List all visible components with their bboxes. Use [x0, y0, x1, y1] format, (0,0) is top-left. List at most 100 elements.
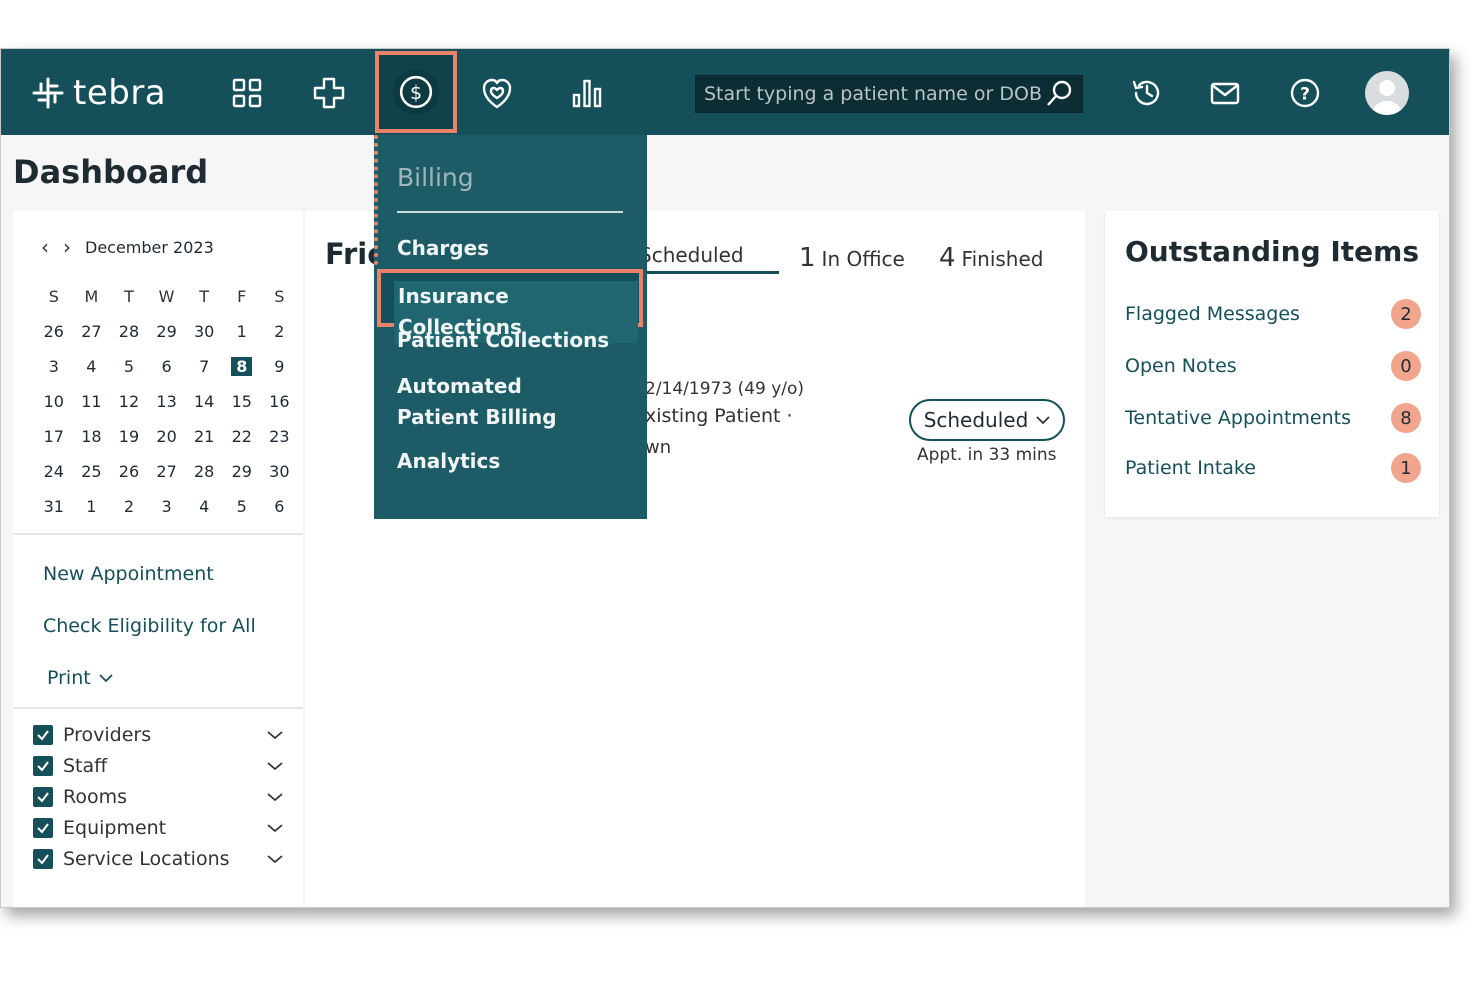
- outstanding-item[interactable]: Open Notes 0: [1125, 349, 1421, 383]
- calendar-day[interactable]: 13: [148, 384, 186, 419]
- chevron-down-icon: [99, 674, 113, 683]
- medical-cross-icon[interactable]: [307, 71, 351, 115]
- calendar-day[interactable]: 29: [148, 314, 186, 349]
- calendar-day[interactable]: 2: [261, 314, 299, 349]
- calendar-day[interactable]: 20: [148, 419, 186, 454]
- calendar-day[interactable]: 6: [148, 349, 186, 384]
- calendar-day[interactable]: 16: [261, 384, 299, 419]
- outstanding-item-label[interactable]: Tentative Appointments: [1125, 407, 1351, 429]
- menu-item-charges[interactable]: Charges: [397, 233, 637, 264]
- menu-item-automated-patient-billing[interactable]: Automated Patient Billing: [397, 371, 597, 433]
- tab-finished[interactable]: 4 Finished: [939, 243, 1043, 273]
- filter-row[interactable]: Equipment: [33, 814, 283, 842]
- user-avatar[interactable]: [1365, 71, 1409, 115]
- outstanding-item-label[interactable]: Patient Intake: [1125, 457, 1256, 479]
- help-icon[interactable]: ?: [1283, 71, 1327, 115]
- filter-row[interactable]: Staff: [33, 752, 283, 780]
- checkbox-checked-icon[interactable]: [33, 725, 53, 745]
- mail-icon[interactable]: [1203, 71, 1247, 115]
- calendar-day[interactable]: 27: [148, 454, 186, 489]
- patient-search-box[interactable]: [695, 75, 1083, 113]
- calendar-day[interactable]: 4: [73, 349, 111, 384]
- filter-row[interactable]: Service Locations: [33, 845, 283, 873]
- calendar-day[interactable]: 1: [73, 489, 111, 524]
- chevron-down-icon[interactable]: [267, 761, 283, 771]
- calendar-day[interactable]: 11: [73, 384, 111, 419]
- calendar-day[interactable]: 21: [185, 419, 223, 454]
- checkbox-checked-icon[interactable]: [33, 849, 53, 869]
- bar-chart-icon[interactable]: [565, 71, 609, 115]
- calendar-day[interactable]: 7: [185, 349, 223, 384]
- checkbox-checked-icon[interactable]: [33, 818, 53, 838]
- next-month-icon[interactable]: ›: [63, 235, 71, 259]
- chevron-down-icon[interactable]: [267, 730, 283, 740]
- calendar-day[interactable]: 14: [185, 384, 223, 419]
- outstanding-item[interactable]: Flagged Messages 2: [1125, 297, 1421, 331]
- tab-in-office[interactable]: 1 In Office: [799, 243, 905, 273]
- calendar-day[interactable]: 26: [110, 454, 148, 489]
- calendar-day[interactable]: 25: [73, 454, 111, 489]
- calendar-day[interactable]: 28: [185, 454, 223, 489]
- calendar-day[interactable]: 19: [110, 419, 148, 454]
- checkbox-checked-icon[interactable]: [33, 787, 53, 807]
- outstanding-item[interactable]: Tentative Appointments 8: [1125, 401, 1421, 435]
- calendar-day[interactable]: 2: [110, 489, 148, 524]
- calendar-day[interactable]: 15: [223, 384, 261, 419]
- chevron-down-icon[interactable]: [267, 854, 283, 864]
- filter-row[interactable]: Providers: [33, 721, 283, 749]
- calendar-day[interactable]: 12: [110, 384, 148, 419]
- chevron-down-icon[interactable]: [267, 792, 283, 802]
- calendar-day[interactable]: 31: [35, 489, 73, 524]
- calendar-day[interactable]: 4: [185, 489, 223, 524]
- calendar-day[interactable]: 5: [110, 349, 148, 384]
- menu-item-patient-collections[interactable]: Patient Collections: [397, 325, 637, 356]
- calendar-day[interactable]: 22: [223, 419, 261, 454]
- calendar-day-number: 12: [118, 392, 140, 411]
- outstanding-item-label[interactable]: Flagged Messages: [1125, 303, 1300, 325]
- calendar-day[interactable]: 3: [35, 349, 73, 384]
- new-appointment-link[interactable]: New Appointment: [43, 563, 214, 585]
- filter-label: Rooms: [63, 786, 128, 808]
- calendar-day[interactable]: 29: [223, 454, 261, 489]
- calendar-day[interactable]: 6: [261, 489, 299, 524]
- outstanding-item-label[interactable]: Open Notes: [1125, 355, 1237, 377]
- chevron-down-icon[interactable]: [267, 823, 283, 833]
- calendar-day[interactable]: 30: [261, 454, 299, 489]
- patient-search-input[interactable]: [704, 83, 1044, 105]
- calendar-day[interactable]: 24: [35, 454, 73, 489]
- prev-month-icon[interactable]: ‹: [41, 235, 49, 259]
- calendar-day[interactable]: 30: [185, 314, 223, 349]
- print-dropdown[interactable]: Print: [47, 667, 113, 689]
- history-icon[interactable]: [1125, 71, 1169, 115]
- calendar-day[interactable]: 8: [223, 349, 261, 384]
- heart-shield-icon[interactable]: [475, 71, 519, 115]
- calendar-day-number: 30: [269, 462, 290, 481]
- calendar-day[interactable]: 17: [35, 419, 73, 454]
- checkbox-checked-icon[interactable]: [33, 756, 53, 776]
- menu-item-analytics[interactable]: Analytics: [397, 446, 637, 477]
- outstanding-item[interactable]: Patient Intake 1: [1125, 451, 1421, 485]
- chevron-down-icon: [1036, 416, 1050, 425]
- calendar-day[interactable]: 5: [223, 489, 261, 524]
- filter-row[interactable]: Rooms: [33, 783, 283, 811]
- billing-nav-button[interactable]: $: [375, 51, 457, 133]
- tebra-logo[interactable]: tebra: [31, 73, 166, 113]
- grid-icon[interactable]: [225, 71, 269, 115]
- check-eligibility-link[interactable]: Check Eligibility for All: [43, 615, 256, 637]
- calendar-day[interactable]: 3: [148, 489, 186, 524]
- calendar-day[interactable]: 27: [73, 314, 111, 349]
- calendar-day-number: 23: [269, 427, 290, 446]
- calendar-day[interactable]: 26: [35, 314, 73, 349]
- search-icon[interactable]: [1044, 79, 1074, 109]
- calendar-day[interactable]: 10: [35, 384, 73, 419]
- appointment-status-dropdown[interactable]: Scheduled: [909, 399, 1065, 441]
- tab-scheduled[interactable]: Scheduled: [639, 243, 779, 274]
- calendar-day-number: 4: [86, 357, 97, 376]
- calendar-day[interactable]: 28: [110, 314, 148, 349]
- calendar-day[interactable]: 23: [261, 419, 299, 454]
- calendar-day[interactable]: 1: [223, 314, 261, 349]
- calendar-day[interactable]: 18: [73, 419, 111, 454]
- calendar-day[interactable]: 9: [261, 349, 299, 384]
- menu-item-insurance-collections[interactable]: Insurance Collections: [377, 269, 643, 343]
- calendar-day-number: 13: [156, 392, 177, 411]
